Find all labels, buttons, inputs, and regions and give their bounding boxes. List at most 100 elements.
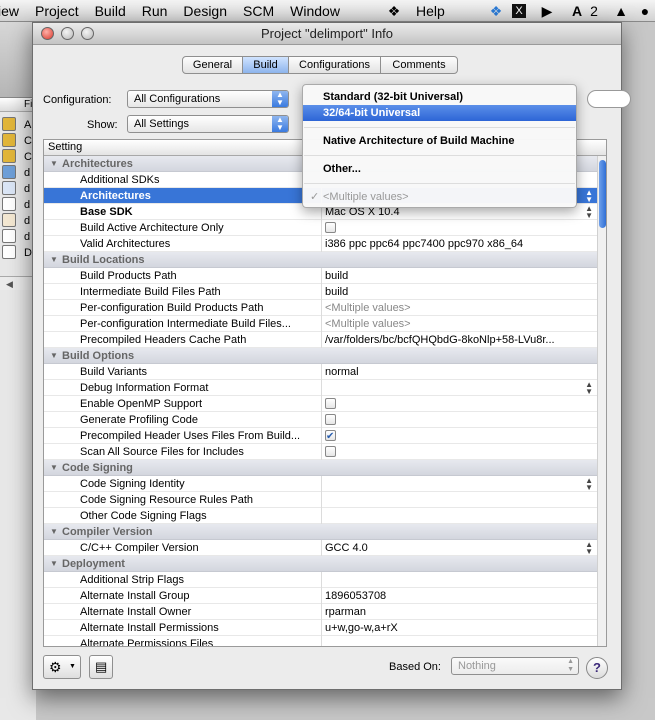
list-item[interactable]: A bbox=[0, 116, 36, 132]
table-row[interactable]: Debug Information Format ▲ ▼ bbox=[44, 380, 597, 396]
menu-item-other[interactable]: Other... bbox=[303, 161, 576, 177]
popup-arrows-icon[interactable]: ▲ ▼ bbox=[585, 189, 593, 204]
table-row[interactable]: Other Code Signing Flags bbox=[44, 508, 597, 524]
menu-design[interactable]: Design bbox=[175, 3, 235, 19]
table-row[interactable]: Code Signing Resource Rules Path bbox=[44, 492, 597, 508]
configuration-popup[interactable]: All Configurations ▲ ▼ bbox=[127, 90, 289, 108]
setting-value[interactable] bbox=[321, 572, 597, 588]
setting-value[interactable] bbox=[321, 396, 597, 412]
checkbox[interactable] bbox=[325, 221, 336, 233]
group-header[interactable]: Deployment bbox=[44, 556, 597, 572]
table-row[interactable]: Intermediate Build Files Path build bbox=[44, 284, 597, 300]
search-field[interactable] bbox=[587, 90, 631, 108]
setting-value[interactable]: 1896053708 bbox=[321, 588, 597, 604]
table-row[interactable]: Additional Strip Flags bbox=[44, 572, 597, 588]
setting-value[interactable]: u+w,go-w,a+rX bbox=[321, 620, 597, 636]
menu-item-native[interactable]: Native Architecture of Build Machine bbox=[303, 133, 576, 149]
checkbox[interactable] bbox=[325, 397, 336, 409]
group-header[interactable]: Build Locations bbox=[44, 252, 597, 268]
popup-arrows-icon[interactable]: ▲ ▼ bbox=[585, 205, 593, 220]
show-notes-button[interactable]: ▤ bbox=[89, 655, 113, 679]
dropbox-icon[interactable]: ❖ bbox=[487, 0, 505, 22]
setting-value[interactable] bbox=[321, 476, 597, 492]
table-row[interactable]: Per-configuration Build Products Path <Mu… bbox=[44, 300, 597, 316]
group-header[interactable]: Code Signing bbox=[44, 460, 597, 476]
menu-project[interactable]: Project bbox=[27, 3, 87, 19]
menu-scm[interactable]: SCM bbox=[235, 3, 282, 19]
list-item[interactable]: C bbox=[0, 132, 36, 148]
group-header[interactable]: Compiler Version bbox=[44, 524, 597, 540]
setting-value[interactable] bbox=[321, 220, 597, 236]
setting-value[interactable]: <Multiple values> bbox=[321, 300, 597, 316]
menu-help[interactable]: Help bbox=[408, 3, 453, 19]
setting-value[interactable]: rparman bbox=[321, 604, 597, 620]
setting-value[interactable]: <Multiple values> bbox=[321, 316, 597, 332]
play-icon[interactable]: ▶ bbox=[538, 0, 556, 22]
table-row[interactable]: Enable OpenMP Support bbox=[44, 396, 597, 412]
show-popup[interactable]: All Settings ▲ ▼ bbox=[127, 115, 289, 133]
list-item[interactable]: d bbox=[0, 196, 36, 212]
setting-value[interactable]: normal bbox=[321, 364, 597, 380]
list-item[interactable]: C bbox=[0, 148, 36, 164]
list-item[interactable]: d bbox=[0, 164, 36, 180]
table-row[interactable]: Precompiled Headers Cache Path/var/folde… bbox=[44, 332, 597, 348]
setting-value[interactable]: GCC 4.0 bbox=[321, 540, 597, 556]
list-item[interactable]: d bbox=[0, 180, 36, 196]
table-row[interactable]: Build Products Path build bbox=[44, 268, 597, 284]
table-row[interactable]: Alternate Permissions Files bbox=[44, 636, 597, 646]
table-row[interactable]: Alternate Install Owner rparman bbox=[44, 604, 597, 620]
tab-comments[interactable]: Comments bbox=[381, 57, 457, 73]
adobe-icon[interactable]: A bbox=[568, 0, 586, 22]
popup-arrows-icon[interactable]: ▲ ▼ bbox=[585, 477, 593, 492]
x11-icon[interactable]: X bbox=[511, 0, 527, 22]
list-item[interactable]: d bbox=[0, 228, 36, 244]
title-bar[interactable]: Project "delimport" Info bbox=[33, 23, 621, 45]
setting-value[interactable] bbox=[321, 380, 597, 396]
setting-value[interactable] bbox=[321, 508, 597, 524]
table-row[interactable]: Precompiled Header Uses Files From Build… bbox=[44, 428, 597, 444]
table-row[interactable]: Generate Profiling Code bbox=[44, 412, 597, 428]
based-on-popup[interactable]: Nothing ▲ ▼ bbox=[451, 657, 579, 675]
list-item[interactable]: D bbox=[0, 244, 36, 260]
table-row[interactable]: Code Signing Identity ▲ ▼ bbox=[44, 476, 597, 492]
menu-view[interactable]: iew bbox=[0, 3, 27, 19]
table-row[interactable]: Scan All Source Files for Includes bbox=[44, 444, 597, 460]
setting-value[interactable]: i386 ppc ppc64 ppc7400 ppc970 x86_64 bbox=[321, 236, 597, 252]
checkbox[interactable] bbox=[325, 429, 336, 444]
menu-run[interactable]: Run bbox=[134, 3, 176, 19]
setting-value[interactable] bbox=[321, 428, 597, 444]
table-row[interactable]: Alternate Install Group 1896053708 bbox=[44, 588, 597, 604]
table-row[interactable]: C/C++ Compiler Version GCC 4.0 ▲ ▼ bbox=[44, 540, 597, 556]
table-row[interactable]: Alternate Install Permissions u+w,go-w,a+… bbox=[44, 620, 597, 636]
tab-general[interactable]: General bbox=[183, 57, 243, 73]
setting-value[interactable]: /var/folders/bc/bcfQHQbdG-8koNlp+58-LVu8… bbox=[321, 332, 597, 348]
scrollbar-thumb[interactable] bbox=[599, 160, 606, 228]
vertical-scrollbar[interactable] bbox=[597, 156, 606, 646]
user-icon[interactable]: ● bbox=[636, 0, 654, 22]
popup-arrows-icon[interactable]: ▲ ▼ bbox=[585, 541, 593, 556]
setting-value[interactable]: build bbox=[321, 284, 597, 300]
hat-icon[interactable]: ▲ bbox=[612, 0, 630, 22]
checkbox[interactable] bbox=[325, 445, 336, 457]
group-header[interactable]: Build Options bbox=[44, 348, 597, 364]
menu-window[interactable]: Window bbox=[282, 3, 348, 19]
table-row[interactable]: Per-configuration Intermediate Build Fil… bbox=[44, 316, 597, 332]
setting-value[interactable] bbox=[321, 492, 597, 508]
table-row[interactable]: Valid Architectures i386 ppc ppc64 ppc740… bbox=[44, 236, 597, 252]
background-scrollbar[interactable]: ◀ bbox=[0, 276, 36, 290]
tab-build[interactable]: Build bbox=[243, 57, 289, 73]
tab-configurations[interactable]: Configurations bbox=[289, 57, 381, 73]
script-menu-icon[interactable]: ❖ bbox=[386, 0, 402, 22]
list-item[interactable]: d bbox=[0, 212, 36, 228]
action-menu-button[interactable]: ⚙ ▼ bbox=[43, 655, 81, 679]
help-button[interactable]: ? bbox=[586, 657, 608, 679]
setting-value[interactable]: build bbox=[321, 268, 597, 284]
setting-value[interactable] bbox=[321, 636, 597, 646]
menu-build[interactable]: Build bbox=[87, 3, 134, 19]
menu-item-standard[interactable]: Standard (32-bit Universal) bbox=[303, 89, 576, 105]
menu-item-universal[interactable]: 32/64-bit Universal bbox=[303, 105, 576, 121]
popup-arrows-icon[interactable]: ▲ ▼ bbox=[585, 381, 593, 396]
checkbox[interactable] bbox=[325, 413, 336, 425]
table-row[interactable]: Build Active Architecture Only bbox=[44, 220, 597, 236]
setting-value[interactable] bbox=[321, 412, 597, 428]
